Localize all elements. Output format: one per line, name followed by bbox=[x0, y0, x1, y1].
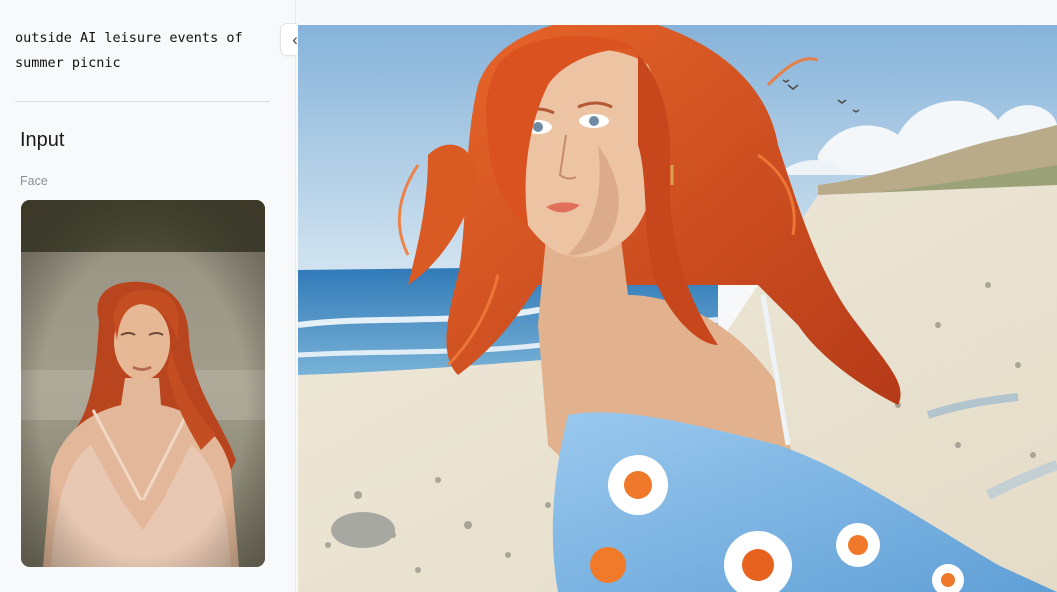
divider bbox=[15, 101, 270, 102]
prompt-text: outside AI leisure events of summer picn… bbox=[15, 30, 243, 71]
face-image[interactable] bbox=[21, 200, 265, 567]
main-area bbox=[297, 0, 1057, 592]
sidebar: outside AI leisure events of summer picn… bbox=[0, 0, 296, 592]
face-label: Face bbox=[20, 174, 48, 188]
output-image[interactable] bbox=[298, 25, 1057, 592]
section-title-input: Input bbox=[20, 129, 65, 151]
